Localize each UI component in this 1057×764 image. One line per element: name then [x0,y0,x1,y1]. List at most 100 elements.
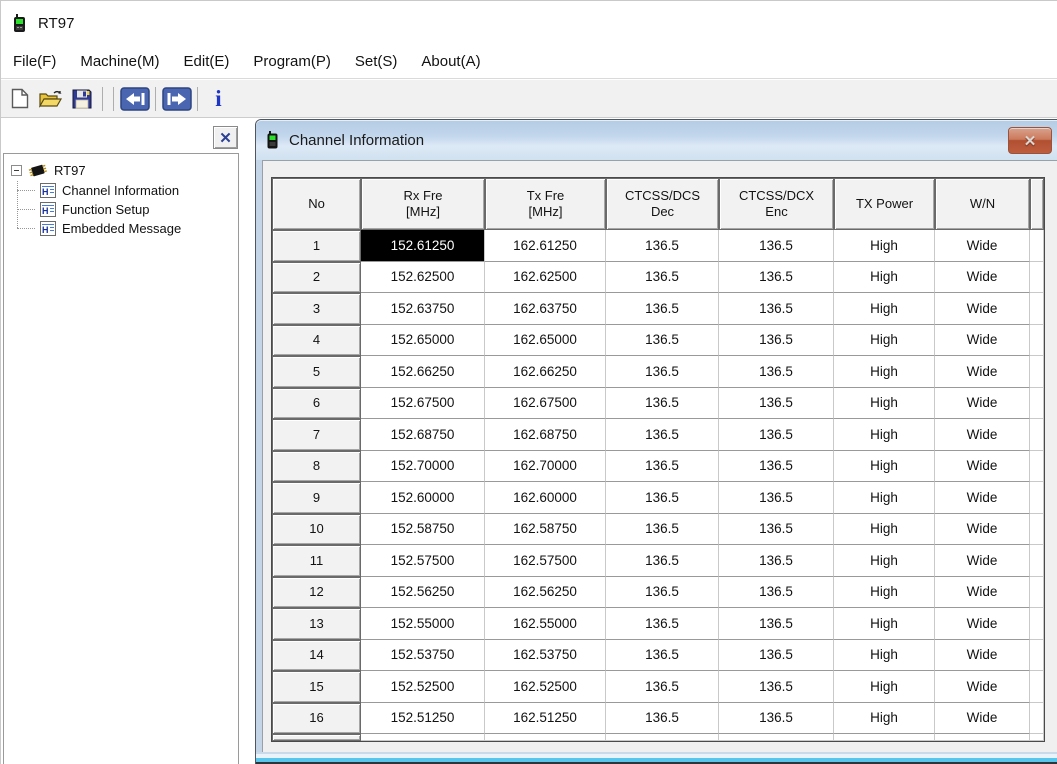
grid-cell[interactable]: 136.5 [606,482,719,514]
row-header[interactable]: 3 [272,293,361,325]
grid-cell[interactable]: 162.70000 [485,451,606,483]
tree-collapse-icon[interactable] [11,165,22,176]
tree-item-embedded-message[interactable]: H Embedded Message [4,219,238,238]
grid-cell[interactable]: 136.5 [606,577,719,609]
grid-cell[interactable]: 152.66250 [361,356,485,388]
grid-cell[interactable]: 136.5 [719,293,834,325]
grid-cell[interactable]: 136.5 [606,293,719,325]
menu-edit[interactable]: Edit(E) [172,48,242,75]
row-header[interactable]: 7 [272,419,361,451]
grid-cell[interactable]: High [834,640,935,672]
menu-machine[interactable]: Machine(M) [68,48,171,75]
grid-cell[interactable]: 162.65000 [485,325,606,357]
grid-cell[interactable]: 136.5 [719,388,834,420]
grid-cell[interactable]: 136.5 [606,388,719,420]
grid-cell[interactable]: 136.5 [719,262,834,294]
grid-cell[interactable]: 162.51250 [485,703,606,735]
grid-cell[interactable]: 136.5 [606,419,719,451]
open-file-button[interactable] [35,84,66,114]
grid-cell[interactable]: Wide [935,703,1030,735]
grid-cell[interactable]: 162.62500 [485,262,606,294]
grid-cell[interactable]: 152.67500 [361,388,485,420]
grid-cell[interactable]: 162.63750 [485,293,606,325]
grid-cell[interactable]: Wide [935,230,1030,262]
grid-cell[interactable]: 136.5 [606,545,719,577]
tree-item-channel-information[interactable]: H Channel Information [4,181,238,200]
grid-cell[interactable]: High [834,325,935,357]
grid-cell[interactable]: 136.5 [719,577,834,609]
grid-cell[interactable]: 136.5 [606,325,719,357]
grid-cell[interactable]: High [834,451,935,483]
grid-cell[interactable]: 162.61250 [485,230,606,262]
grid-cell[interactable]: Wide [935,388,1030,420]
row-header[interactable]: 15 [272,671,361,703]
grid-cell[interactable]: 152.52500 [361,671,485,703]
grid-cell[interactable]: 136.5 [719,230,834,262]
grid-cell[interactable]: 162.56250 [485,577,606,609]
tree-item-function-setup[interactable]: H Function Setup [4,200,238,219]
grid-cell[interactable]: 136.5 [719,608,834,640]
grid-cell[interactable]: 136.5 [719,545,834,577]
transfer-right-button[interactable] [161,84,192,114]
grid-cell[interactable]: 136.5 [719,325,834,357]
grid-cell[interactable]: Wide [935,577,1030,609]
grid-cell[interactable]: High [834,388,935,420]
grid-cell[interactable]: 136.5 [719,419,834,451]
panel-close-button[interactable]: ✕ [213,126,238,149]
grid-cell[interactable]: 152.56250 [361,577,485,609]
grid-cell[interactable]: 152.62500 [361,262,485,294]
row-header[interactable]: 14 [272,640,361,672]
row-header[interactable]: 5 [272,356,361,388]
grid-cell[interactable]: Wide [935,608,1030,640]
grid-cell[interactable]: 152.51250 [361,703,485,735]
grid-cell[interactable]: 136.5 [719,514,834,546]
grid-cell[interactable]: 136.5 [606,608,719,640]
grid-cell[interactable]: 162.60000 [485,482,606,514]
grid-cell[interactable]: 136.5 [606,703,719,735]
grid-cell[interactable]: 136.5 [606,514,719,546]
grid-cell[interactable]: 152.57500 [361,545,485,577]
save-file-button[interactable] [66,84,97,114]
grid-cell[interactable]: 152.61250 [361,230,485,262]
grid-cell[interactable]: Wide [935,262,1030,294]
grid-cell[interactable]: 136.5 [606,230,719,262]
grid-cell[interactable]: 136.5 [719,640,834,672]
row-header[interactable]: 1 [272,230,361,262]
row-header[interactable]: 13 [272,608,361,640]
grid-cell[interactable]: 136.5 [719,356,834,388]
grid-cell[interactable]: 152.68750 [361,419,485,451]
grid-cell[interactable]: Wide [935,514,1030,546]
row-header[interactable]: 11 [272,545,361,577]
menu-about[interactable]: About(A) [409,48,492,75]
grid-cell[interactable]: Wide [935,451,1030,483]
grid-cell[interactable]: Wide [935,293,1030,325]
grid-cell[interactable]: 152.65000 [361,325,485,357]
grid-cell[interactable]: High [834,608,935,640]
grid-cell[interactable]: 152.70000 [361,451,485,483]
grid-cell[interactable]: 162.58750 [485,514,606,546]
grid-cell[interactable]: 136.5 [606,356,719,388]
grid-cell[interactable]: 136.5 [719,703,834,735]
grid-cell[interactable]: 152.63750 [361,293,485,325]
menu-program[interactable]: Program(P) [241,48,343,75]
grid-cell[interactable]: 162.53750 [485,640,606,672]
grid-cell[interactable]: High [834,419,935,451]
row-header[interactable]: 10 [272,514,361,546]
grid-cell[interactable]: 136.5 [719,671,834,703]
grid-cell[interactable]: High [834,482,935,514]
child-window-titlebar[interactable]: Channel Information ✕ [256,120,1057,160]
row-header[interactable]: 4 [272,325,361,357]
grid-cell[interactable]: High [834,356,935,388]
grid-cell[interactable]: High [834,703,935,735]
grid-cell[interactable]: Wide [935,419,1030,451]
grid-cell[interactable]: Wide [935,640,1030,672]
grid-cell[interactable]: 162.55000 [485,608,606,640]
grid-cell[interactable]: 162.67500 [485,388,606,420]
row-header[interactable]: 16 [272,703,361,735]
grid-cell[interactable]: 152.60000 [361,482,485,514]
grid-cell[interactable]: 136.5 [606,640,719,672]
grid-cell[interactable]: High [834,230,935,262]
grid-cell[interactable]: 162.57500 [485,545,606,577]
menu-set[interactable]: Set(S) [343,48,410,75]
row-header[interactable]: 9 [272,482,361,514]
